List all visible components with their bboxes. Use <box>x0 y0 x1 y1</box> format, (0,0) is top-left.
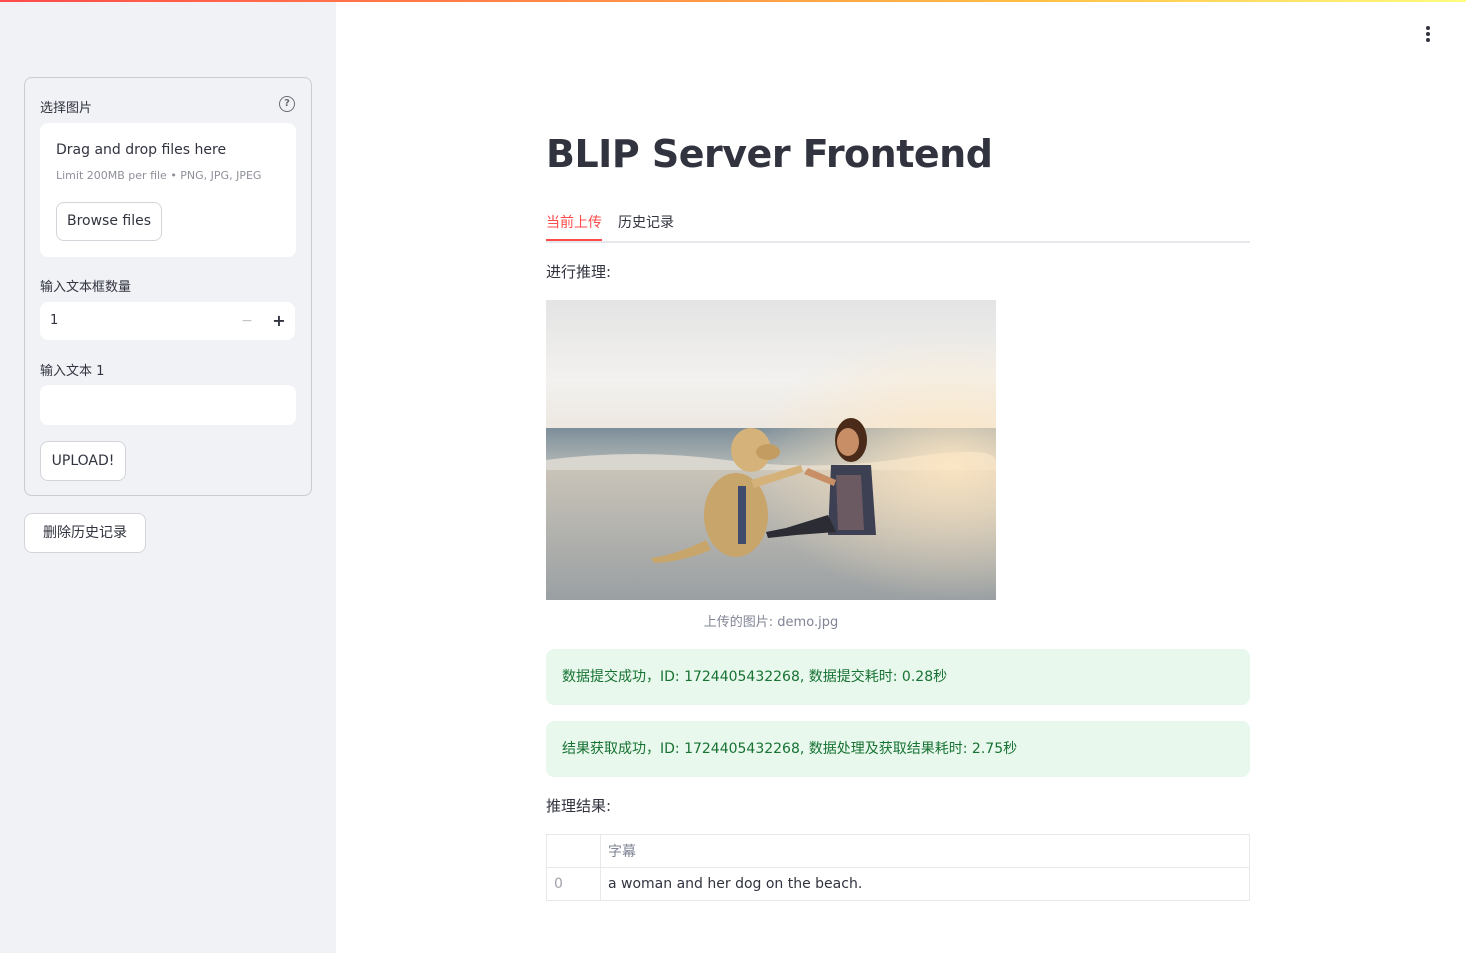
submit-success-alert: 数据提交成功，ID: 1724405432268, 数据提交耗时: 0.28秒 <box>546 649 1250 705</box>
index-header-cell <box>546 834 601 868</box>
active-tab-indicator <box>546 239 602 241</box>
tab-history[interactable]: 历史记录 <box>618 212 674 232</box>
upload-button[interactable]: UPLOAD! <box>40 441 126 481</box>
image-caption: 上传的图片: demo.jpg <box>703 615 839 630</box>
delete-history-button[interactable]: 删除历史记录 <box>24 513 146 553</box>
table-header-row: 字幕 <box>546 834 1250 868</box>
decrement-button[interactable]: − <box>236 302 258 340</box>
help-icon[interactable]: ? <box>279 96 295 112</box>
result-label: 推理结果: <box>546 797 612 815</box>
page-title: BLIP Server Frontend <box>546 132 993 176</box>
increment-button[interactable]: + <box>268 302 290 340</box>
inference-label: 进行推理: <box>546 263 612 281</box>
browse-files-button[interactable]: Browse files <box>56 202 162 241</box>
row-index: 0 <box>546 867 601 901</box>
text-input-1[interactable] <box>40 385 296 425</box>
result-table: 字幕 0 a woman and her dog on the beach. <box>546 834 1250 901</box>
tab-bar: 当前上传 历史记录 <box>546 204 1250 243</box>
result-success-alert: 结果获取成功，ID: 1724405432268, 数据处理及获取结果耗时: 2… <box>546 721 1250 777</box>
count-label: 输入文本框数量 <box>40 280 132 295</box>
uploaded-image <box>546 300 996 600</box>
main-menu-icon[interactable] <box>1420 26 1436 46</box>
caption-column-header[interactable]: 字幕 <box>600 834 1250 868</box>
count-stepper[interactable]: 1 − + <box>40 302 295 340</box>
dropzone-title: Drag and drop files here <box>56 142 227 158</box>
table-row: 0 a woman and her dog on the beach. <box>546 867 1250 901</box>
text-label: 输入文本 1 <box>40 364 105 379</box>
dropzone-limit: Limit 200MB per file • PNG, JPG, JPEG <box>56 169 262 182</box>
file-dropzone[interactable]: Drag and drop files here Limit 200MB per… <box>40 123 296 257</box>
tab-current-upload[interactable]: 当前上传 <box>546 212 602 232</box>
row-caption[interactable]: a woman and her dog on the beach. <box>600 867 1250 901</box>
count-value[interactable]: 1 <box>50 313 58 328</box>
upload-label: 选择图片 <box>40 101 93 116</box>
